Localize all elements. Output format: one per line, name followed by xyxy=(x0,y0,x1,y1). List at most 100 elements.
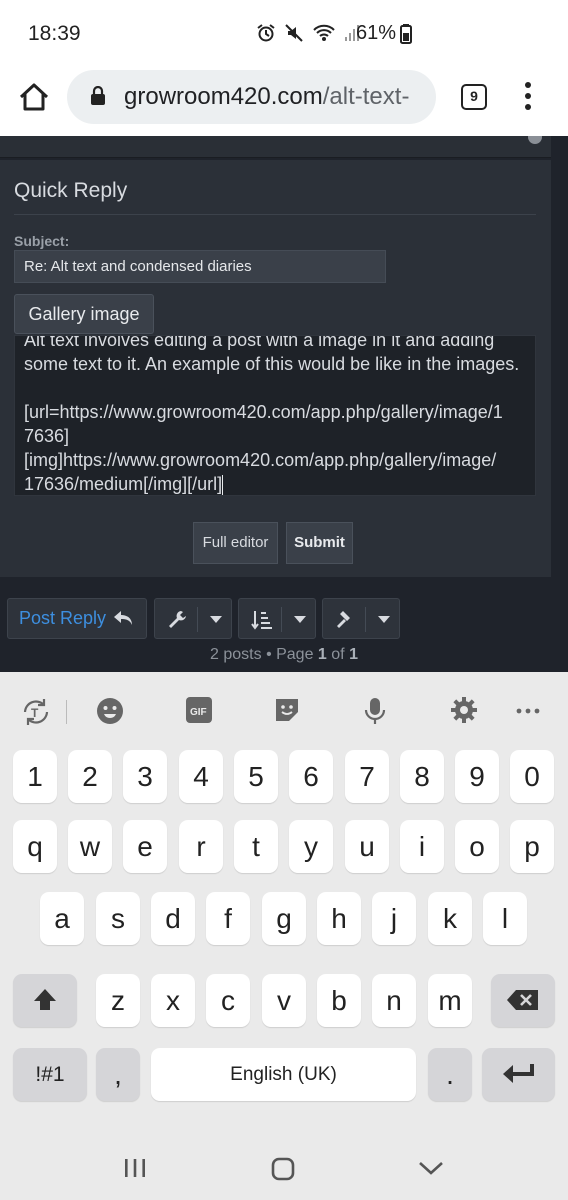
alarm-icon xyxy=(257,24,275,42)
tab-switcher-button[interactable]: 9 xyxy=(461,84,487,110)
subject-input[interactable]: Re: Alt text and condensed diaries xyxy=(14,250,386,283)
enter-icon xyxy=(502,1064,534,1083)
key-7[interactable]: 7 xyxy=(345,750,389,803)
home-icon[interactable] xyxy=(16,80,52,116)
address-bar[interactable]: growroom420.com/alt-text- xyxy=(67,70,436,124)
key-s[interactable]: s xyxy=(96,892,140,945)
comma-key[interactable]: , xyxy=(96,1048,140,1101)
key-e[interactable]: e xyxy=(123,820,167,873)
post-reply-label: Post Reply xyxy=(19,608,107,628)
key-x[interactable]: x xyxy=(151,974,195,1027)
chevron-down-icon xyxy=(378,616,390,623)
previous-post-panel xyxy=(0,136,551,158)
url-text: growroom420.com/alt-text- xyxy=(124,83,409,111)
topic-tools-button[interactable] xyxy=(154,598,232,639)
key-c[interactable]: c xyxy=(206,974,250,1027)
period-key[interactable]: . xyxy=(428,1048,472,1101)
battery-icon xyxy=(400,23,413,44)
total-pages: 1 xyxy=(349,646,358,663)
current-page: 1 xyxy=(317,646,327,663)
key-b[interactable]: b xyxy=(317,974,361,1027)
recent-apps-icon[interactable] xyxy=(123,1158,147,1178)
gallery-image-button[interactable]: Gallery image xyxy=(14,294,154,334)
shift-key[interactable] xyxy=(13,974,77,1027)
key-g[interactable]: g xyxy=(262,892,306,945)
key-n[interactable]: n xyxy=(372,974,416,1027)
key-0[interactable]: 0 xyxy=(510,750,554,803)
url-path: /alt-text- xyxy=(322,83,410,110)
message-line: [img]https://www.growroom420.com/app.php… xyxy=(24,450,497,470)
key-9[interactable]: 9 xyxy=(455,750,499,803)
wifi-icon xyxy=(313,24,335,41)
status-bar: 18:39 61% xyxy=(0,0,568,68)
backspace-key[interactable] xyxy=(491,974,555,1027)
symbols-key[interactable]: !#1 xyxy=(13,1048,87,1101)
reply-arrow-icon xyxy=(114,611,132,625)
key-l[interactable]: l xyxy=(483,892,527,945)
key-f[interactable]: f xyxy=(206,892,250,945)
key-m[interactable]: m xyxy=(428,974,472,1027)
message-line: Alt text involves editing a post with a … xyxy=(24,335,495,350)
moderator-tools-button[interactable] xyxy=(322,598,400,639)
key-a[interactable]: a xyxy=(40,892,84,945)
key-6[interactable]: 6 xyxy=(289,750,333,803)
key-8[interactable]: 8 xyxy=(400,750,444,803)
key-4[interactable]: 4 xyxy=(179,750,223,803)
battery-status: 61% xyxy=(356,22,413,45)
post-reply-button[interactable]: Post Reply xyxy=(7,598,147,639)
sticker-icon[interactable] xyxy=(273,696,301,724)
forum-page: Quick Reply Subject: Re: Alt text and co… xyxy=(0,136,568,672)
key-2[interactable]: 2 xyxy=(68,750,112,803)
key-3[interactable]: 3 xyxy=(123,750,167,803)
key-h[interactable]: h xyxy=(317,892,361,945)
svg-text:GIF: GIF xyxy=(190,707,207,718)
full-editor-button[interactable]: Full editor xyxy=(193,522,278,564)
key-z[interactable]: z xyxy=(96,974,140,1027)
key-u[interactable]: u xyxy=(345,820,389,873)
svg-text:T: T xyxy=(31,706,39,720)
translate-icon[interactable]: T xyxy=(20,696,52,728)
key-w[interactable]: w xyxy=(68,820,112,873)
enter-key[interactable] xyxy=(482,1048,555,1101)
text-cursor xyxy=(222,475,224,495)
key-q[interactable]: q xyxy=(13,820,57,873)
status-icons xyxy=(256,23,360,43)
topic-action-bar: Post Reply xyxy=(0,598,568,642)
url-host: growroom420.com xyxy=(124,83,323,110)
emoji-icon[interactable] xyxy=(95,696,125,726)
browser-toolbar: growroom420.com/alt-text- 9 xyxy=(0,68,568,136)
message-line xyxy=(24,376,526,400)
settings-gear-icon[interactable] xyxy=(450,696,478,724)
wrench-icon xyxy=(169,611,186,628)
key-o[interactable]: o xyxy=(455,820,499,873)
home-nav-icon[interactable] xyxy=(271,1157,295,1181)
key-d[interactable]: d xyxy=(151,892,195,945)
key-1[interactable]: 1 xyxy=(13,750,57,803)
key-y[interactable]: y xyxy=(289,820,333,873)
sort-icon xyxy=(251,611,272,630)
space-key[interactable]: English (UK) xyxy=(151,1048,416,1101)
key-5[interactable]: 5 xyxy=(234,750,278,803)
key-j[interactable]: j xyxy=(372,892,416,945)
key-p[interactable]: p xyxy=(510,820,554,873)
microphone-icon[interactable] xyxy=(362,696,388,726)
submit-button[interactable]: Submit xyxy=(286,522,353,564)
message-last-line: 17636/medium[/img][/url] xyxy=(24,472,526,495)
message-textarea[interactable]: Alt text involves editing a post with a … xyxy=(14,335,536,496)
back-chevron-icon[interactable] xyxy=(418,1160,444,1176)
key-v[interactable]: v xyxy=(262,974,306,1027)
pagination-prefix: 2 posts • Page xyxy=(210,646,318,663)
battery-percent: 61% xyxy=(356,22,397,44)
quick-reply-panel: Quick Reply Subject: Re: Alt text and co… xyxy=(0,160,551,577)
backspace-icon xyxy=(507,990,538,1010)
subject-label: Subject: xyxy=(14,233,70,249)
key-t[interactable]: t xyxy=(234,820,278,873)
key-k[interactable]: k xyxy=(428,892,472,945)
more-options-icon[interactable] xyxy=(516,708,540,714)
sort-button[interactable] xyxy=(238,598,316,639)
key-i[interactable]: i xyxy=(400,820,444,873)
quick-reply-title: Quick Reply xyxy=(14,179,128,202)
browser-menu-icon[interactable] xyxy=(522,82,534,112)
gif-icon[interactable]: GIF xyxy=(185,696,213,724)
key-r[interactable]: r xyxy=(179,820,223,873)
